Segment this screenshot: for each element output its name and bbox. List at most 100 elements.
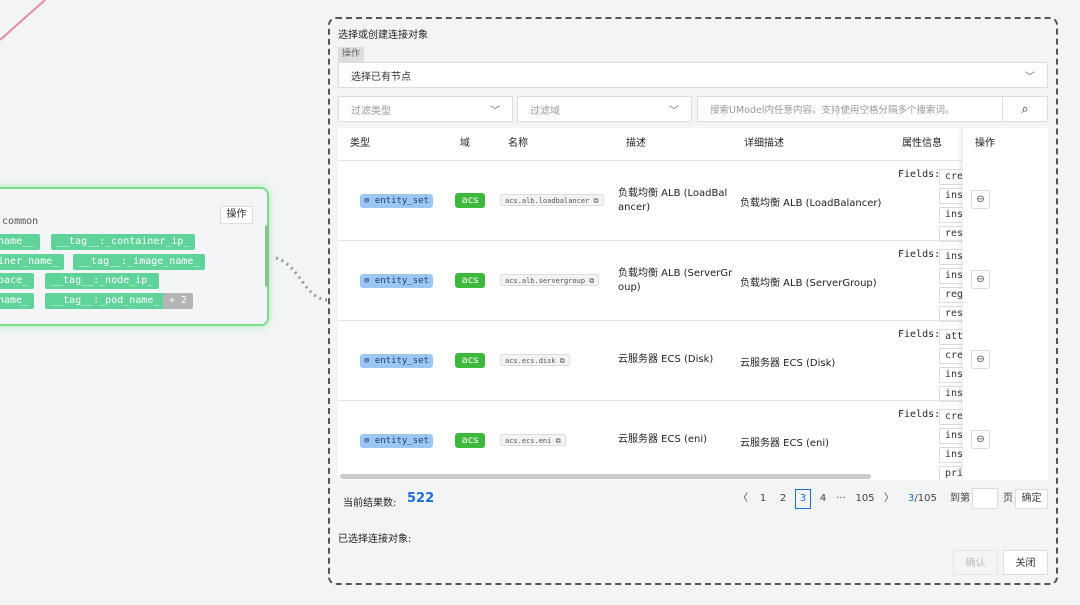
name-text: acs.alb.servergroup [505, 277, 586, 285]
search-button[interactable]: ⌕ [1002, 96, 1048, 122]
type-badge: ⊜ entity_set [360, 434, 434, 448]
link-button[interactable]: ⊖ [971, 190, 990, 209]
tag: _name_ [0, 293, 35, 309]
domain-badge: acs [455, 273, 485, 288]
col-detail: 详细描述 [744, 138, 784, 149]
col-attrs: 属性信息 [902, 138, 942, 149]
name-badge[interactable]: acs.ecs.eni ⧉ [500, 434, 566, 446]
op-tab[interactable]: 操作 [338, 47, 365, 62]
goto-page-input[interactable] [972, 488, 998, 509]
tag: ainer_name_ [0, 254, 65, 270]
page-3-current[interactable]: 3 [795, 489, 811, 509]
page-info-total: /105 [914, 493, 937, 504]
fields-label: Fields: [898, 409, 941, 420]
entity-set-icon: ⊜ [364, 436, 375, 446]
col-domain: 域 [460, 138, 470, 149]
domain-badge: acs [455, 193, 485, 208]
table-row[interactable]: ⊜ entity_set acs acs.ecs.disk ⧉ 云服务器 ECS… [338, 320, 1048, 402]
link-button[interactable]: ⊖ [971, 270, 990, 289]
selected-label: 已选择连接对象: [338, 534, 412, 545]
search-input[interactable]: 搜索UModel内任意内容。支持使用空格分隔多个搜索词。 [697, 96, 1003, 122]
entity-set-icon: ⊜ [364, 276, 375, 286]
link-icon: ⊖ [976, 354, 985, 365]
description: 负载均衡 ALB (LoadBalancer) [618, 188, 728, 213]
col-desc: 描述 [626, 138, 646, 149]
page-105[interactable]: 105 [853, 489, 877, 509]
name-text: acs.ecs.disk [505, 357, 556, 365]
detail-description: 云服务器 ECS (eni) [740, 438, 830, 449]
type-badge: ⊜ entity_set [360, 194, 434, 208]
tag: tname__ [0, 234, 41, 250]
copy-icon[interactable]: ⧉ [560, 357, 565, 365]
op-column: 操作 ⊖ ⊖ ⊖ ⊖ [962, 128, 1048, 480]
filter-domain-select[interactable]: 过滤域 ﹀ [517, 96, 692, 122]
page-unit: 页 [1003, 493, 1013, 504]
horizontal-scrollbar[interactable] [340, 474, 871, 479]
close-button[interactable]: 关闭 [1003, 550, 1048, 575]
results-table: 类型 域 名称 描述 详细描述 属性信息 ⊜ entity_set acs ac… [338, 128, 1048, 480]
chevron-down-icon: ﹀ [490, 105, 500, 117]
tag: __tag__:_pod_name_ [45, 293, 166, 309]
node-card[interactable]: g.common 操作 tname__ __tag__:_container_i… [0, 187, 269, 326]
table-row[interactable]: ⊜ entity_set acs acs.alb.loadbalancer ⧉ … [338, 160, 1048, 242]
filter-type-placeholder: 过滤类型 [351, 105, 391, 117]
page-ellipsis[interactable]: ··· [834, 489, 848, 509]
name-text: acs.alb.loadbalancer [505, 197, 590, 205]
tag: __tag__:_node_ip_ [45, 273, 160, 289]
filter-type-select[interactable]: 过滤类型 ﹀ [338, 96, 513, 122]
col-name: 名称 [508, 138, 528, 149]
edge-line [0, 0, 46, 41]
description: 负载均衡 ALB (ServerGroup) [618, 268, 733, 293]
page-2[interactable]: 2 [777, 489, 789, 509]
chevron-down-icon: ﹀ [1025, 71, 1035, 83]
copy-icon[interactable]: ⧉ [594, 197, 599, 205]
detail-description: 云服务器 ECS (Disk) [740, 358, 836, 369]
filter-domain-placeholder: 过滤域 [530, 105, 560, 117]
name-text: acs.ecs.eni [505, 437, 552, 445]
page-info: 3/105 [908, 489, 937, 509]
prev-page[interactable]: 〈 [736, 489, 750, 509]
detail-description: 负载均衡 ALB (ServerGroup) [740, 278, 877, 289]
tag: __tag__:_image_name_ [73, 254, 206, 270]
node-select[interactable]: 选择已有节点 ﹀ [338, 62, 1048, 88]
link-button[interactable]: ⊖ [971, 430, 990, 449]
fields-label: Fields: [898, 329, 941, 340]
type-text: entity_set [374, 196, 430, 206]
dotted-edge [275, 256, 329, 302]
link-icon: ⊖ [976, 194, 985, 205]
domain-badge: acs [455, 353, 485, 368]
goto-confirm-button[interactable]: 确定 [1015, 489, 1048, 509]
type-text: entity_set [374, 356, 430, 366]
search-icon: ⌕ [1021, 101, 1029, 117]
goto-label: 到第 [950, 493, 970, 504]
fields-label: Fields: [898, 169, 941, 180]
page-1[interactable]: 1 [757, 489, 769, 509]
result-count-label: 当前结果数: [343, 498, 397, 509]
link-button[interactable]: ⊖ [971, 350, 990, 369]
link-icon: ⊖ [976, 434, 985, 445]
tag: space_ [0, 273, 35, 289]
entity-set-icon: ⊜ [364, 356, 375, 366]
name-badge[interactable]: acs.ecs.disk ⧉ [500, 354, 570, 366]
type-text: entity_set [374, 276, 430, 286]
confirm-button[interactable]: 确认 [953, 550, 998, 575]
table-row[interactable]: ⊜ entity_set acs acs.ecs.eni ⧉ 云服务器 ECS … [338, 400, 1048, 480]
copy-icon[interactable]: ⧉ [556, 437, 561, 445]
copy-icon[interactable]: ⧉ [589, 277, 594, 285]
table-row[interactable]: ⊜ entity_set acs acs.alb.servergroup ⧉ 负… [338, 240, 1048, 322]
name-badge[interactable]: acs.alb.loadbalancer ⧉ [500, 194, 604, 206]
type-badge: ⊜ entity_set [360, 354, 434, 368]
page-4[interactable]: 4 [817, 489, 829, 509]
domain-badge: acs [455, 433, 485, 448]
name-badge[interactable]: acs.alb.servergroup ⧉ [500, 274, 600, 286]
type-badge: ⊜ entity_set [360, 274, 434, 288]
col-op: 操作 [975, 138, 995, 149]
tag: __tag__:_container_ip_ [51, 234, 196, 250]
panel-title: 选择或创建连接对象 [338, 30, 428, 41]
result-count: 522 [407, 491, 435, 506]
next-page[interactable]: 〉 [882, 489, 896, 509]
description: 云服务器 ECS (eni) [618, 434, 708, 445]
node-op-button[interactable]: 操作 [220, 206, 253, 224]
resize-handle[interactable] [265, 225, 269, 287]
more-tags-badge[interactable]: + 2 [163, 293, 194, 309]
